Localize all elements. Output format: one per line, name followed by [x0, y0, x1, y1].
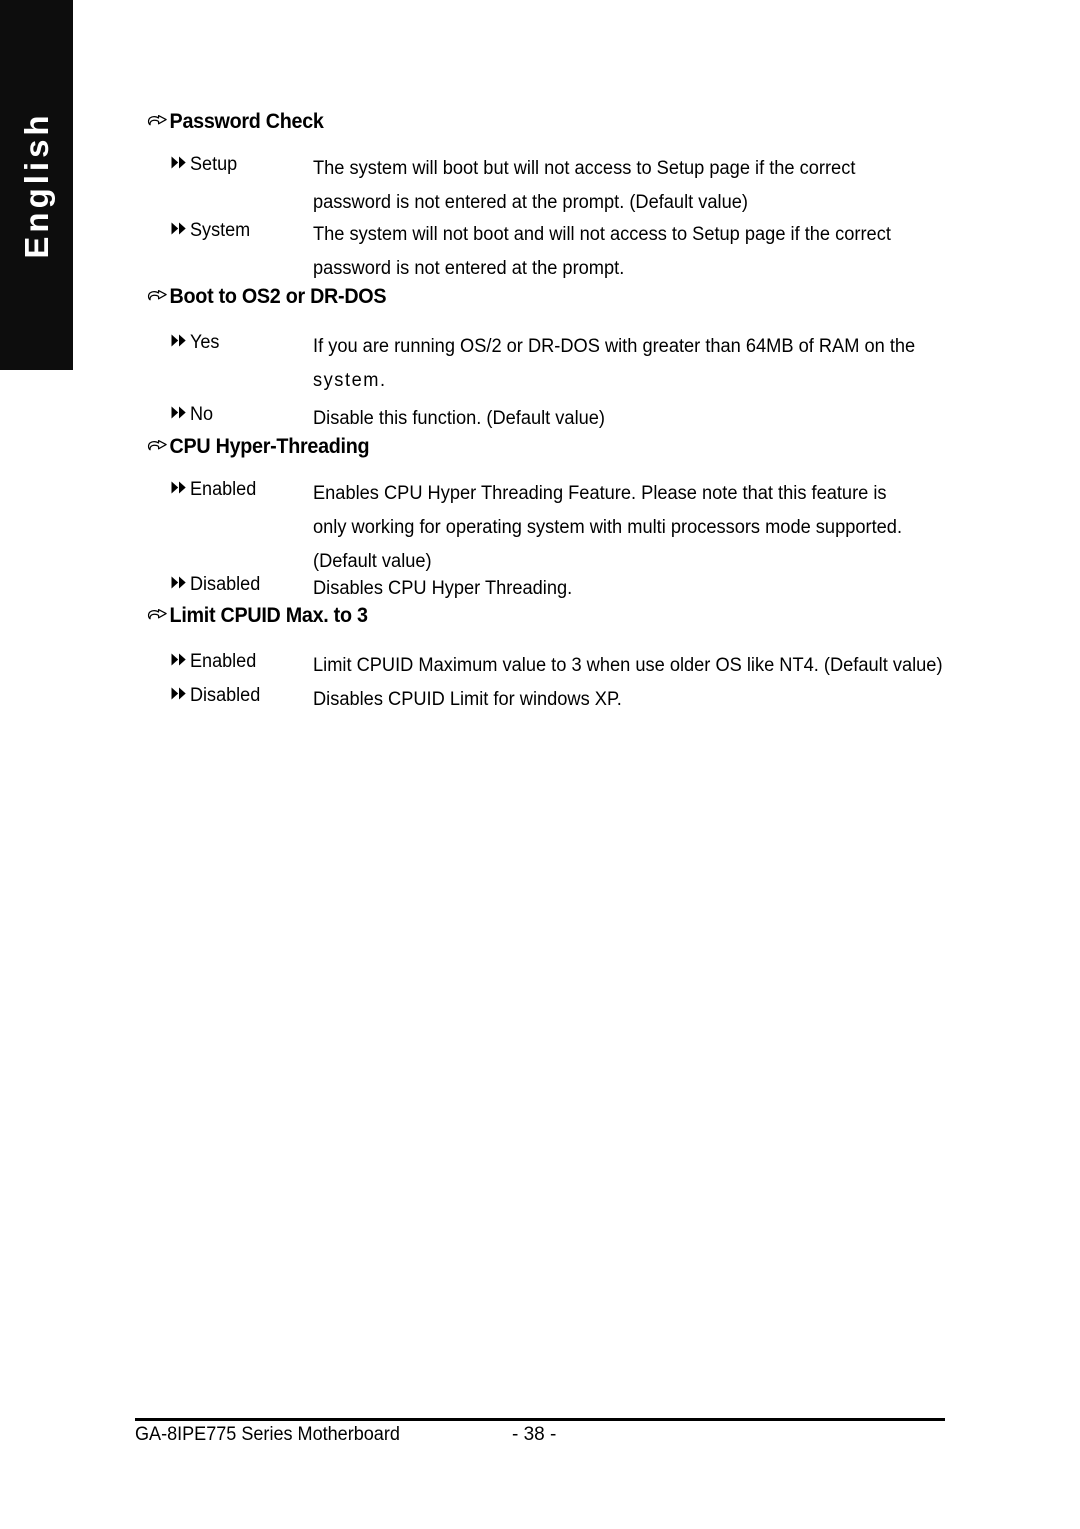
double-triangle-right-icon	[171, 218, 189, 244]
description-line: The system will not boot and will not ac…	[313, 224, 891, 245]
section-header: Password Check	[147, 110, 324, 134]
option-label: Enabled	[190, 651, 257, 672]
section-header: Limit CPUID Max. to 3	[147, 604, 368, 628]
double-triangle-right-icon	[171, 152, 189, 178]
option-label: Yes	[190, 332, 220, 353]
pointing-hand-icon	[147, 288, 170, 304]
option-description: Enables CPU Hyper Threading Feature. Ple…	[313, 477, 1013, 579]
description-line: only working for operating system with m…	[313, 517, 903, 538]
section-title: Boot to OS2 or DR-DOS	[169, 285, 387, 309]
option-label: No	[190, 404, 214, 425]
section-title: Password Check	[169, 110, 324, 134]
section-header: Boot to OS2 or DR-DOS	[147, 285, 387, 309]
description-line: password is not entered at the prompt. (…	[313, 192, 748, 213]
description-line: password is not entered at the prompt.	[313, 258, 625, 279]
description-line: Limit CPUID Maximum value to 3 when use …	[313, 655, 943, 676]
language-tab-label: English	[17, 111, 55, 259]
footer-page-number: - 38 -	[512, 1424, 557, 1445]
option-label: Disabled	[190, 685, 261, 706]
footer-product-name: GA-8IPE775 Series Motherboard	[135, 1424, 400, 1445]
description-line: Disables CPUID Limit for windows XP.	[313, 689, 622, 710]
double-triangle-right-icon	[171, 330, 189, 356]
language-tab: English	[0, 0, 73, 370]
double-triangle-right-icon	[171, 477, 189, 503]
pointing-hand-icon	[147, 438, 170, 454]
double-triangle-right-icon	[171, 402, 189, 428]
option-description: Disables CPU Hyper Threading.	[313, 572, 1013, 606]
pointing-hand-icon	[147, 607, 170, 623]
option-description: The system will not boot and will not ac…	[313, 218, 1013, 286]
option-label: System	[190, 220, 251, 241]
double-triangle-right-icon	[171, 683, 189, 709]
description-line: Disables CPU Hyper Threading.	[313, 578, 573, 599]
double-triangle-right-icon	[171, 572, 189, 598]
option-label: Disabled	[190, 574, 261, 595]
description-line: If you are running OS/2 or DR-DOS with g…	[313, 336, 916, 357]
option-description: Disables CPUID Limit for windows XP.	[313, 683, 1013, 717]
option-description: Disable this function. (Default value)	[313, 402, 1013, 436]
section-title: CPU Hyper-Threading	[169, 435, 370, 459]
description-line: Disable this function. (Default value)	[313, 408, 605, 429]
option-label: Enabled	[190, 479, 257, 500]
description-line: The system will boot but will not access…	[313, 158, 856, 179]
section-header: CPU Hyper-Threading	[147, 435, 370, 459]
option-description: The system will boot but will not access…	[313, 152, 1013, 220]
double-triangle-right-icon	[171, 649, 189, 675]
footer-divider	[135, 1418, 945, 1421]
section-title: Limit CPUID Max. to 3	[169, 604, 368, 628]
option-label: Setup	[190, 154, 238, 175]
pointing-hand-icon	[147, 113, 170, 129]
option-description: Limit CPUID Maximum value to 3 when use …	[313, 649, 1013, 683]
description-line: Enables CPU Hyper Threading Feature. Ple…	[313, 483, 887, 504]
description-line: system.	[313, 370, 387, 391]
option-description: If you are running OS/2 or DR-DOS with g…	[313, 330, 1013, 398]
